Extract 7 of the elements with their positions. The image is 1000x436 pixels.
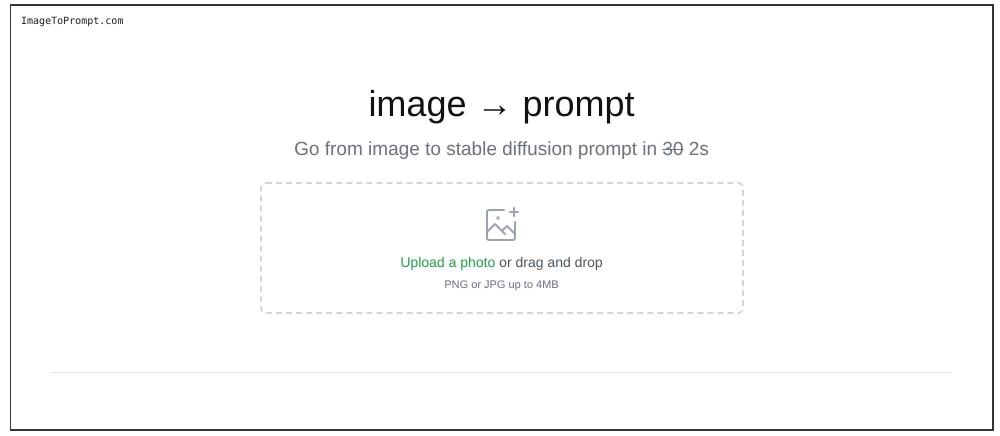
file-type-hint: PNG or JPG up to 4MB xyxy=(444,278,559,293)
image-add-icon xyxy=(484,206,520,242)
upload-instruction: Upload a photo or drag and drop xyxy=(400,253,603,272)
upload-dropzone[interactable]: Upload a photo or drag and drop PNG or JPG up to 4MB xyxy=(260,182,744,314)
site-name: ImageToPrompt.com xyxy=(21,16,124,27)
subtitle: Go from image to stable diffusion prompt in 30 2s xyxy=(294,138,709,162)
page-title: image → prompt xyxy=(368,84,635,124)
